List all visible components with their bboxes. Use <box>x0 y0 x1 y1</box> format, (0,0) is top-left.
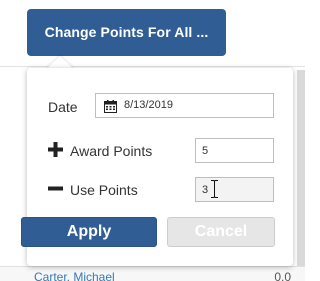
change-points-for-all-button[interactable]: Change Points For All ... <box>27 9 226 56</box>
points-value: 0.0 <box>274 270 291 281</box>
award-points-label: Award Points <box>70 143 153 159</box>
cancel-button[interactable]: Cancel <box>167 217 275 247</box>
date-value: 8/13/2019 <box>124 99 173 111</box>
minus-icon <box>48 181 63 199</box>
date-label: Date <box>48 99 78 115</box>
use-points-label: Use Points <box>70 182 138 198</box>
student-name-link[interactable]: Carter, Michael <box>34 270 115 281</box>
table-row[interactable]: Carter, Michael 0.0 <box>0 266 305 281</box>
use-points-input[interactable] <box>195 177 274 202</box>
award-points-input[interactable] <box>195 138 274 163</box>
apply-button[interactable]: Apply <box>21 217 157 247</box>
text-cursor-icon <box>211 180 218 198</box>
plus-icon <box>48 142 63 160</box>
date-field[interactable]: 8/13/2019 <box>95 93 274 118</box>
background-table-edge <box>297 70 305 266</box>
calendar-icon[interactable] <box>104 99 117 113</box>
